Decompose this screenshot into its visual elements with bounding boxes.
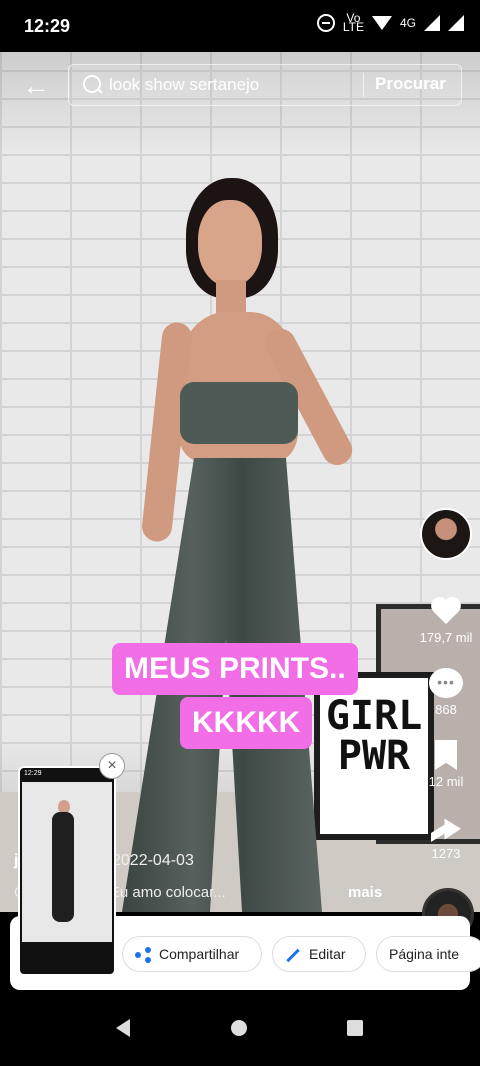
dancing-woman: [118, 172, 368, 912]
caption-line-2: KKKKK: [180, 697, 313, 749]
search-divider: [363, 73, 364, 97]
face: [198, 200, 262, 286]
bookmark-icon: [435, 740, 457, 770]
nav-home-icon[interactable]: [231, 1020, 247, 1036]
volte-icon: Vo LTE: [342, 11, 364, 34]
thumbnail-person: [52, 812, 74, 922]
wifi-icon: [371, 16, 392, 30]
share-button[interactable]: 1273: [416, 812, 476, 861]
share-arrow-icon: [431, 818, 461, 842]
status-time: 12:29: [24, 16, 71, 36]
full-page-chip[interactable]: Página inte: [376, 936, 480, 972]
search-input[interactable]: look show sertanejo Procurar: [68, 64, 462, 106]
like-count: 179,7 mil: [419, 630, 473, 645]
heart-icon: [429, 596, 463, 626]
creator-avatar[interactable]: [420, 508, 472, 560]
back-arrow-icon[interactable]: ←: [22, 72, 50, 100]
save-count: 12 mil: [428, 774, 464, 789]
video-date: 2022-04-03: [112, 852, 194, 869]
comment-count: 868: [435, 702, 457, 717]
nav-back-icon[interactable]: [116, 1019, 130, 1037]
search-button[interactable]: Procurar: [375, 74, 446, 94]
network-label: 4G: [399, 16, 416, 30]
status-bar: 12:29 Vo LTE 4G: [0, 0, 480, 52]
battery-icon: [448, 15, 464, 31]
edit-chip-label: Editar: [309, 946, 346, 962]
like-button[interactable]: 179,7 mil: [416, 596, 476, 645]
comment-button[interactable]: 868: [416, 668, 476, 717]
sequined-top: [180, 382, 298, 444]
share-nodes-icon: [135, 947, 151, 964]
video-caption-overlay: MEUS PRINTS.. KKKKK: [0, 643, 480, 753]
top-bar: ← look show sertanejo Procurar: [0, 52, 480, 122]
comment-icon: [429, 668, 463, 698]
screenshot-thumbnail[interactable]: 12:29: [18, 766, 116, 976]
more-link[interactable]: mais: [348, 884, 382, 901]
search-query[interactable]: look show sertanejo: [109, 75, 259, 95]
thumbnail-preview: [22, 782, 112, 942]
close-thumbnail-button[interactable]: ×: [99, 753, 125, 779]
share-count: 1273: [431, 846, 461, 861]
edit-chip[interactable]: Editar: [272, 936, 366, 972]
share-chip-label: Compartilhar: [159, 946, 240, 962]
full-page-chip-label: Página inte: [389, 946, 460, 962]
do-not-disturb-icon: [316, 14, 335, 32]
signal-icon: [424, 15, 440, 31]
pencil-icon: [286, 948, 300, 963]
caption-line-1: MEUS PRINTS..: [112, 643, 358, 695]
status-icons: Vo LTE 4G: [316, 11, 464, 34]
navigation-bar: [0, 990, 480, 1066]
nav-recents-icon[interactable]: [347, 1020, 363, 1036]
share-chip[interactable]: Compartilhar: [122, 936, 262, 972]
thumbnail-time: 12:29: [24, 770, 42, 777]
save-button[interactable]: 12 mil: [416, 740, 476, 789]
search-icon: [83, 75, 101, 93]
